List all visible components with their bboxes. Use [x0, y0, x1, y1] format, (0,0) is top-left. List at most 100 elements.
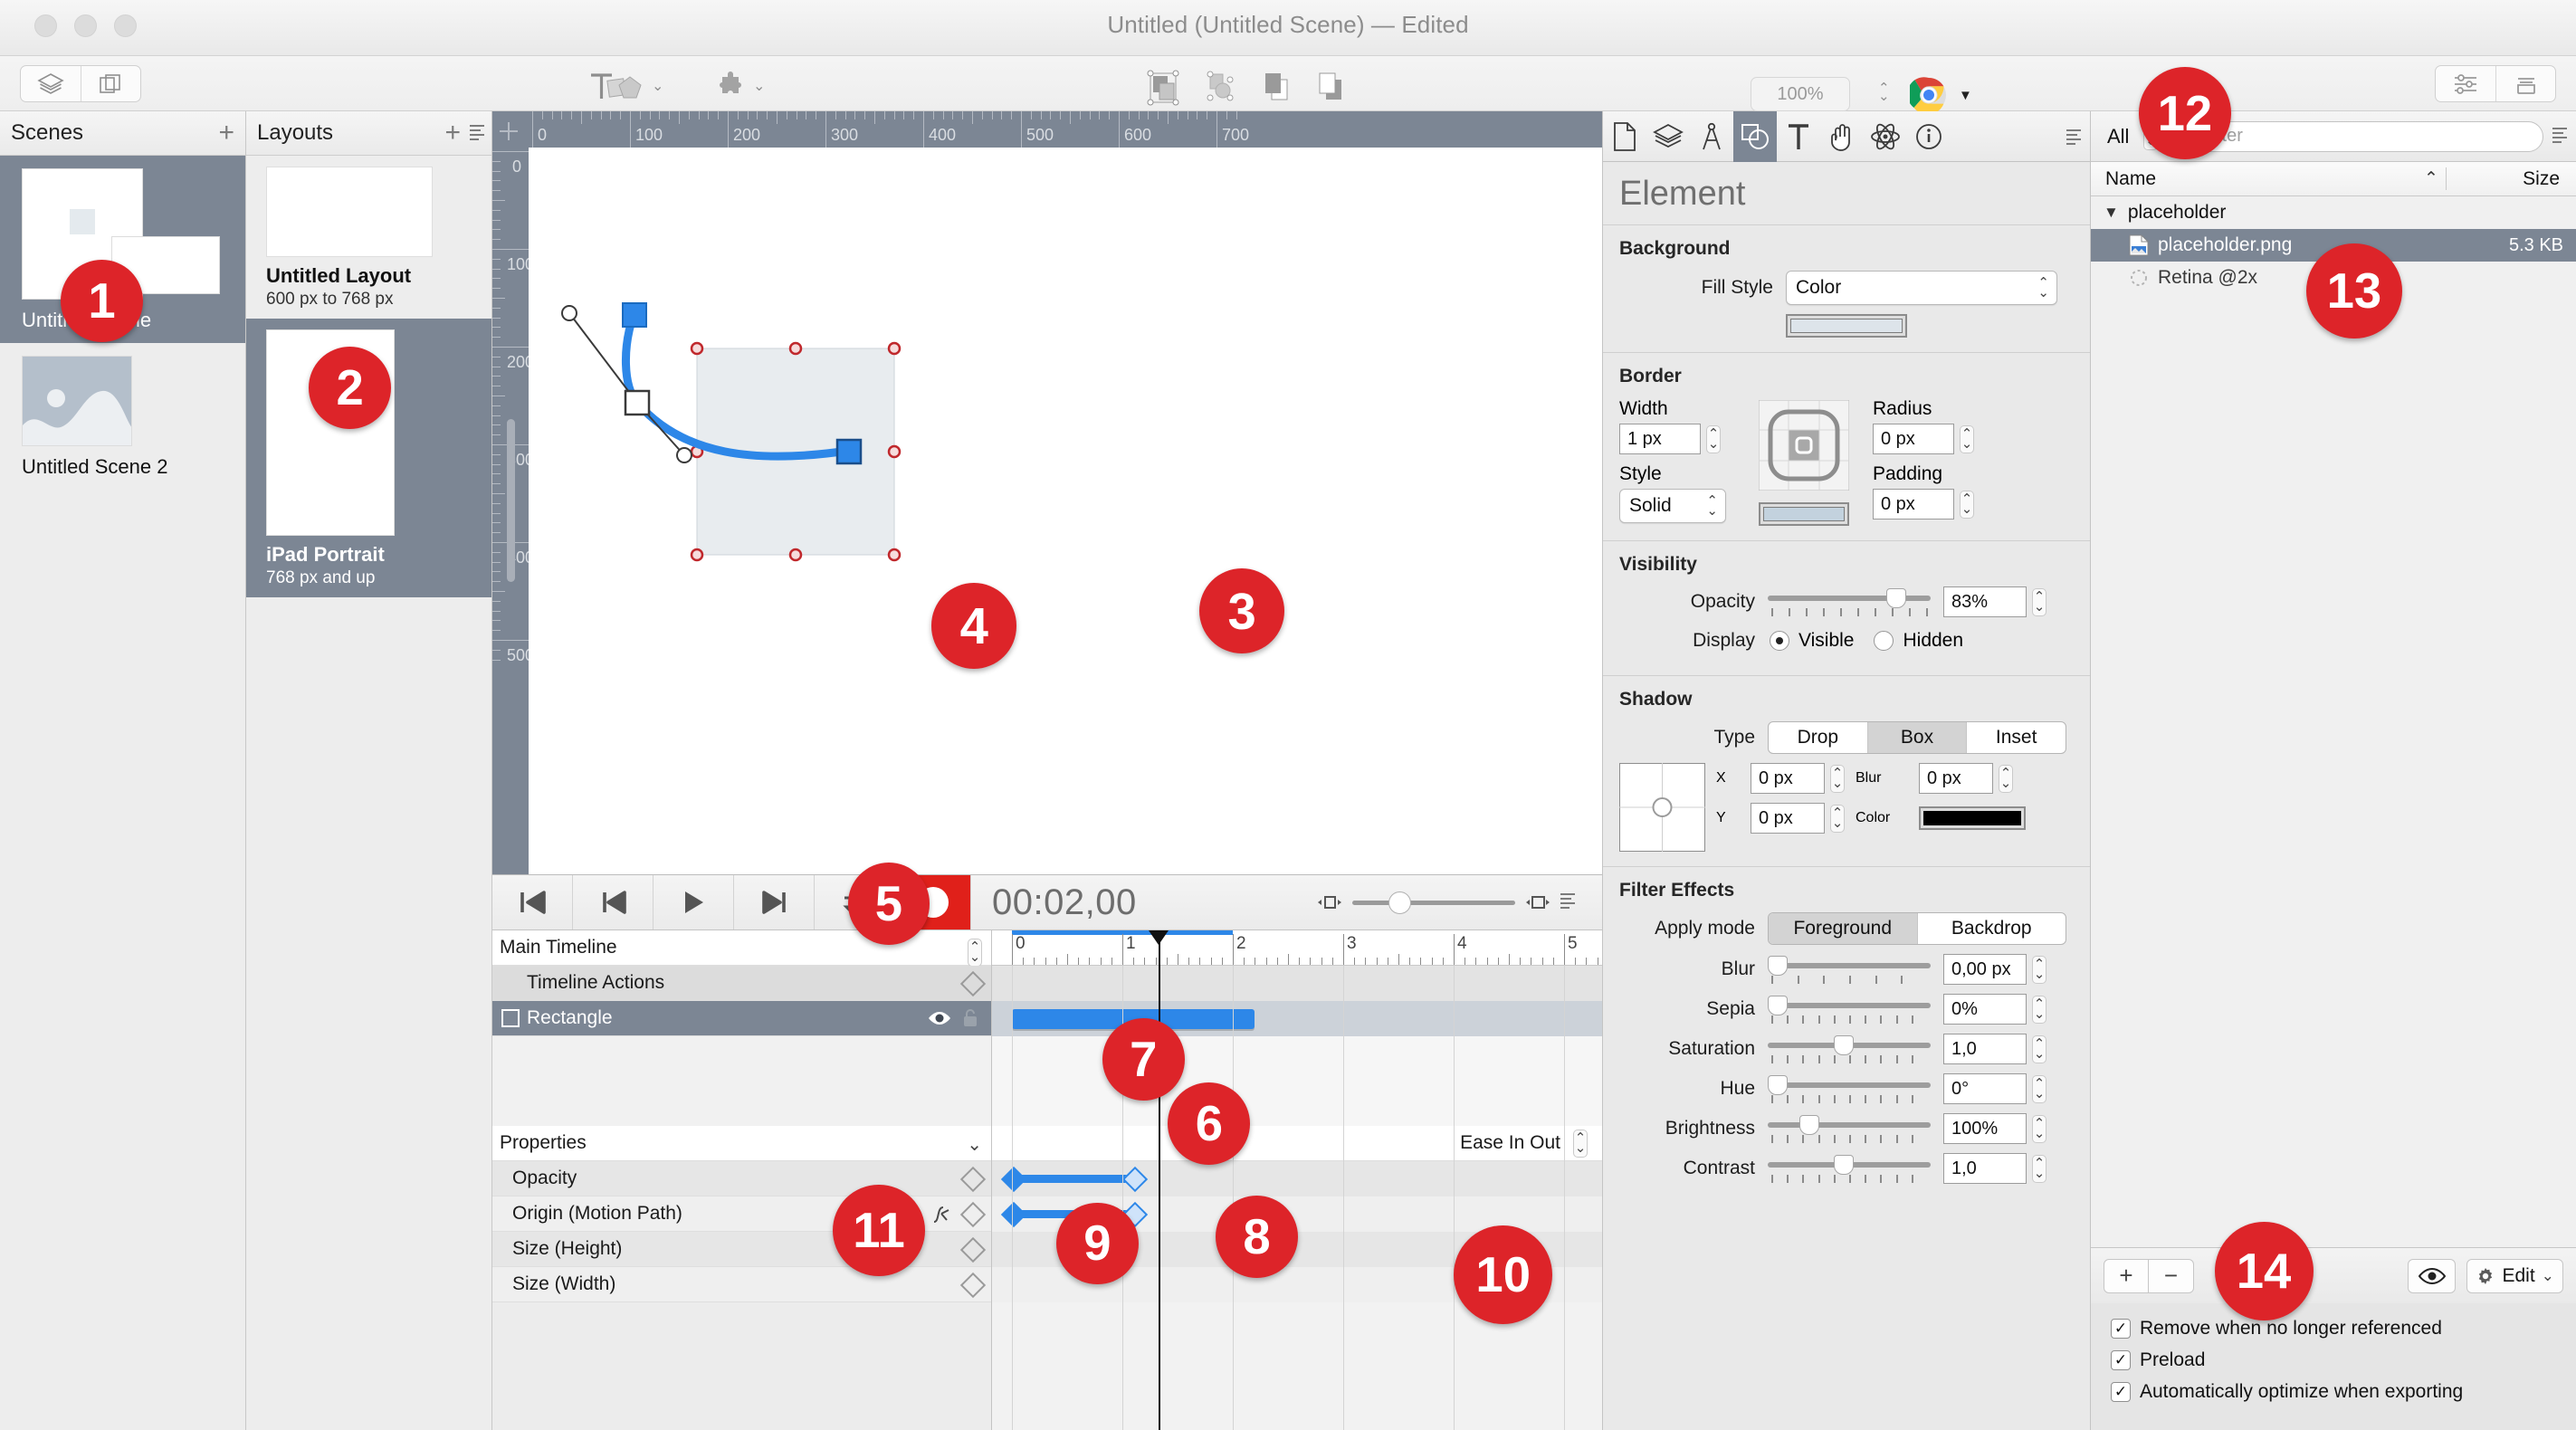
border-width-stepper[interactable]: ⌃ ⌄: [1706, 424, 1721, 453]
text-shape-tool[interactable]: ⌄: [588, 71, 663, 103]
add-scene-button[interactable]: +: [218, 119, 234, 147]
filter-slider-thumb[interactable]: [1768, 1074, 1788, 1095]
checkbox-icon[interactable]: ✓: [2111, 1319, 2131, 1339]
checkbox-preload[interactable]: ✓ Preload: [2111, 1349, 2576, 1371]
tab-actions[interactable]: [1820, 111, 1864, 162]
remove-resource-button[interactable]: −: [2149, 1258, 2194, 1293]
add-keyframe-button[interactable]: [959, 1166, 987, 1193]
filter-stepper[interactable]: ⌃ ⌄: [2032, 1074, 2046, 1103]
shadow-type-inset[interactable]: Inset: [1966, 722, 2066, 753]
view-mode-segmented[interactable]: [20, 65, 141, 102]
timeline-selector-stepper[interactable]: ⌃ ⌄: [968, 939, 982, 967]
timeline-selector[interactable]: Main Timeline ⌃ ⌄: [492, 930, 991, 967]
display-hidden-radio[interactable]: [1874, 631, 1894, 651]
apply-mode-segmented[interactable]: Foreground Backdrop: [1768, 912, 2066, 945]
timeline-ruler[interactable]: 0 1 2 3 4 5: [992, 930, 1602, 966]
border-side-selector[interactable]: [1758, 399, 1850, 491]
apply-mode-foreground[interactable]: Foreground: [1769, 913, 1917, 944]
filter-value-input[interactable]: 0°: [1943, 1073, 2027, 1104]
checkbox-icon[interactable]: ✓: [2111, 1382, 2131, 1402]
properties-header[interactable]: Properties ⌄: [492, 1126, 991, 1161]
step-forward-button[interactable]: [734, 875, 815, 930]
border-style-select[interactable]: Solid ⌃ ⌄: [1619, 489, 1726, 523]
sort-asc-icon[interactable]: ⌃: [2424, 168, 2438, 189]
library-options-icon[interactable]: [2552, 127, 2567, 146]
filter-slider[interactable]: [1768, 1154, 1931, 1175]
shadow-color-well[interactable]: [1919, 806, 2026, 830]
filter-stepper[interactable]: ⌃ ⌄: [2032, 1154, 2046, 1183]
checkbox-remove-when-unreferenced[interactable]: ✓ Remove when no longer referenced: [2111, 1318, 2576, 1339]
rectangle-lane[interactable]: [992, 1001, 1602, 1036]
border-radius-input[interactable]: 0 px: [1873, 424, 1954, 454]
keyframe-start[interactable]: [1000, 1166, 1027, 1193]
filter-slider[interactable]: [1768, 955, 1931, 976]
opacity-stepper[interactable]: ⌃ ⌄: [2032, 587, 2046, 616]
filter-value-input[interactable]: 1,0: [1943, 1034, 2027, 1064]
shadow-type-drop[interactable]: Drop: [1769, 722, 1867, 753]
easing-row[interactable]: Ease In Out ⌃ ⌄: [992, 1126, 1602, 1161]
add-resource-button[interactable]: +: [2104, 1258, 2149, 1293]
add-keyframe-button[interactable]: [959, 1236, 987, 1263]
timeline-zoom-slider[interactable]: [1352, 891, 1515, 914]
column-name[interactable]: Name: [2091, 168, 2156, 190]
canvas-vertical-scrollbar[interactable]: [507, 419, 515, 582]
add-keyframe-button[interactable]: [959, 1272, 987, 1299]
opacity-input[interactable]: 83%: [1943, 586, 2027, 617]
filter-stepper[interactable]: ⌃ ⌄: [2032, 1114, 2046, 1143]
disclosure-triangle-icon[interactable]: ▼: [2104, 204, 2119, 222]
library-icon[interactable]: [2495, 66, 2555, 101]
caret-down-icon[interactable]: ▼: [1959, 88, 1972, 103]
panel-toggles-segmented[interactable]: [2435, 65, 2556, 102]
shadow-y-stepper[interactable]: ⌃ ⌄: [1830, 804, 1845, 833]
filter-stepper[interactable]: ⌃ ⌄: [2032, 1034, 2046, 1063]
front-icon[interactable]: [1261, 69, 1293, 107]
filter-slider-thumb[interactable]: [1768, 955, 1788, 976]
tab-document[interactable]: [1603, 111, 1646, 162]
shadow-x-stepper[interactable]: ⌃ ⌄: [1830, 764, 1845, 793]
filter-value-input[interactable]: 0,00 px: [1943, 954, 2027, 985]
motion-path-icon[interactable]: [931, 1204, 955, 1225]
timeline-timecode[interactable]: 00:02,00: [992, 882, 1137, 923]
border-color-well[interactable]: [1759, 502, 1849, 526]
filter-stepper[interactable]: ⌃ ⌄: [2032, 955, 2046, 984]
shadow-type-segmented[interactable]: Drop Box Inset: [1768, 721, 2066, 754]
opacity-lane[interactable]: [992, 1161, 1602, 1196]
filter-slider[interactable]: [1768, 1074, 1931, 1095]
preview-browser-button[interactable]: ▼: [1910, 76, 1972, 114]
layers-icon[interactable]: [21, 66, 81, 101]
tab-info[interactable]: [1907, 111, 1951, 162]
opacity-slider[interactable]: [1768, 587, 1931, 608]
timeline-zoom-knob[interactable]: [1388, 891, 1411, 914]
chevron-down-icon[interactable]: ⌄: [652, 80, 663, 94]
canvas-stage[interactable]: [529, 148, 1602, 874]
timeline-body[interactable]: Ease In Out ⌃ ⌄: [992, 966, 1602, 1430]
filter-slider-thumb[interactable]: [1833, 1154, 1854, 1175]
filter-slider-thumb[interactable]: [1833, 1034, 1854, 1055]
keyframe-start[interactable]: [1000, 1201, 1027, 1228]
filter-stepper[interactable]: ⌃ ⌄: [2032, 995, 2046, 1024]
filter-value-input[interactable]: 0%: [1943, 994, 2027, 1025]
step-back-button[interactable]: [573, 875, 654, 930]
playhead-handle[interactable]: [1149, 930, 1169, 945]
border-radius-stepper[interactable]: ⌃ ⌄: [1960, 424, 1974, 453]
chevron-down-icon[interactable]: ⌄: [2542, 1267, 2554, 1285]
shadow-y-input[interactable]: 0 px: [1751, 803, 1825, 834]
chevron-down-icon[interactable]: ⌄: [753, 80, 765, 94]
column-size[interactable]: Size: [2523, 168, 2560, 190]
property-row-size-width[interactable]: Size (Width): [492, 1267, 991, 1302]
timeline-zoom-control[interactable]: [1316, 891, 1575, 914]
filter-slider-thumb[interactable]: [1798, 1114, 1819, 1135]
widget-tool[interactable]: ⌄: [715, 71, 765, 103]
filter-slider[interactable]: [1768, 995, 1931, 1015]
ruler-origin-button[interactable]: [492, 111, 529, 148]
layouts-options-icon[interactable]: [470, 125, 484, 143]
layout-item-untitled-layout[interactable]: Untitled Layout 600 px to 768 px: [246, 156, 491, 319]
shadow-type-box[interactable]: Box: [1866, 722, 1967, 753]
filter-value-input[interactable]: 1,0: [1943, 1153, 2027, 1184]
shadow-x-input[interactable]: 0 px: [1751, 763, 1825, 794]
lock-open-icon[interactable]: [962, 1008, 978, 1028]
filter-slider[interactable]: [1768, 1114, 1931, 1135]
library-row-group[interactable]: ▼ placeholder: [2091, 196, 2576, 229]
shadow-blur-input[interactable]: 0 px: [1919, 763, 1993, 794]
back-icon[interactable]: [1315, 69, 1348, 107]
